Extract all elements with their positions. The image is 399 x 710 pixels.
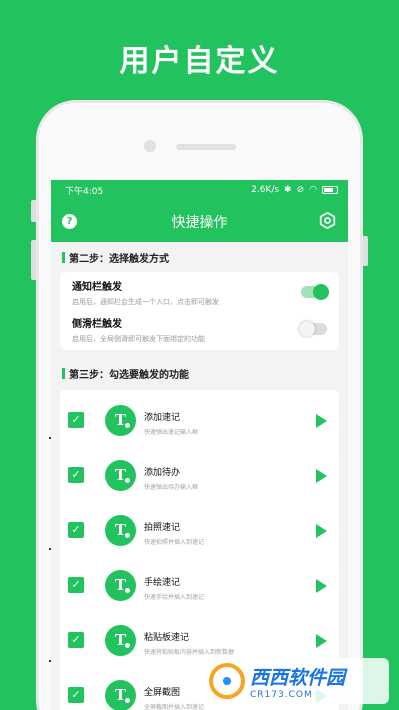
play-icon[interactable] (316, 634, 327, 648)
status-bar: 下午4:05 2.6K/s ✱ ⊘ ◠ (51, 180, 348, 200)
play-icon[interactable] (316, 469, 327, 483)
function-name: 手绘速记 (144, 578, 181, 588)
step2-title: 第二步：选择触发方式 (69, 253, 169, 265)
function-text: 拍照速记 快速拍照并插入到速记 (144, 520, 204, 546)
watermark: 西西软件园 CR173.COM (203, 658, 389, 704)
status-time: 下午4:05 (65, 186, 104, 197)
function-row[interactable]: ✓ T 添加速记 快速弹出速记输入框 (60, 393, 339, 448)
function-desc: 快速弹出速记输入框 (144, 429, 199, 436)
settings-icon[interactable] (319, 212, 336, 229)
heading-accent-bar (62, 367, 65, 379)
function-icon: T (105, 405, 136, 436)
function-desc: 快速弹出待办输入框 (144, 484, 199, 491)
function-row[interactable]: ✓ T 添加待办 快速弹出待办输入框 (60, 448, 339, 503)
step3-heading: 第三步：勾选要触发的功能 (51, 356, 348, 390)
headline: 用户自定义 (119, 44, 280, 79)
app-screen: 下午4:05 2.6K/s ✱ ⊘ ◠ ? 快捷操作 第二步：选择触发方式 通知… (51, 180, 348, 710)
trigger-option-label: 侧滑栏触发 (72, 319, 122, 330)
step3-title: 第三步：勾选要触发的功能 (69, 369, 189, 381)
watermark-logo-icon (209, 663, 245, 699)
toggle-knob (313, 284, 329, 300)
function-name: 粘贴板速记 (144, 633, 190, 643)
app-bar: ? 快捷操作 (51, 200, 348, 242)
notification-trigger-toggle[interactable] (301, 284, 329, 300)
function-name: 拍照速记 (144, 523, 181, 533)
play-icon[interactable] (316, 524, 327, 538)
function-desc: 快速将粘贴板内容并插入到新数据 (144, 649, 235, 656)
function-desc: 快速手绘并插入到速记 (144, 594, 205, 601)
function-text: 手绘速记 快速手绘并插入到速记 (144, 575, 204, 601)
function-icon: T (105, 680, 136, 710)
page-title: 快捷操作 (171, 215, 228, 231)
status-indicators: 2.6K/s ✱ ⊘ ◠ (251, 185, 338, 195)
step2-heading: 第二步：选择触发方式 (51, 242, 348, 272)
sidebar-trigger-toggle[interactable] (299, 321, 327, 337)
function-text: 添加待办 快速弹出待办输入框 (144, 465, 198, 491)
bluetooth-icon: ✱ (284, 185, 292, 195)
function-text: 添加速记 快速弹出速记输入框 (144, 410, 198, 436)
function-icon: T (105, 515, 136, 546)
function-text: 粘贴板速记 快速将粘贴板内容并插入到新数据 (144, 630, 234, 656)
play-icon[interactable] (316, 414, 327, 428)
watermark-text: 西西软件园 CR173.COM (250, 663, 345, 700)
trigger-option-desc: 启用后，全局侧滑即可触发下面绑定的功能 (72, 335, 205, 343)
wifi-icon: ◠ (309, 185, 317, 195)
mute-icon: ⊘ (296, 185, 305, 195)
toggle-knob (299, 321, 315, 337)
phone-speaker (176, 144, 236, 150)
function-icon: T (105, 460, 136, 491)
checkbox-checked-icon[interactable]: ✓ (68, 467, 84, 483)
function-icon: T (105, 570, 136, 601)
function-name: 全屏截图 (144, 688, 181, 698)
function-desc: 全屏截图并插入到速记 (144, 704, 205, 710)
function-icon: T (105, 625, 136, 656)
checkbox-checked-icon[interactable]: ✓ (68, 687, 84, 703)
watermark-name: 西西软件园 (250, 666, 346, 689)
play-icon[interactable] (316, 579, 327, 593)
checkbox-checked-icon[interactable]: ✓ (68, 522, 84, 538)
trigger-options-card: 通知栏触发 启用后，通知栏会生成一个入口，点击即可触发 侧滑栏触发 启用后，全局… (60, 272, 339, 350)
function-name: 添加速记 (144, 413, 181, 423)
battery-icon (322, 186, 338, 194)
trigger-option-sidebar[interactable]: 侧滑栏触发 启用后，全局侧滑即可触发下面绑定的功能 (72, 315, 327, 351)
trigger-option-notification[interactable]: 通知栏触发 启用后，通知栏会生成一个入口，点击即可触发 (72, 278, 329, 314)
checkbox-checked-icon[interactable]: ✓ (68, 577, 84, 593)
function-text: 全屏截图 全屏截图并插入到速记 (144, 685, 204, 710)
trigger-option-label: 通知栏触发 (72, 282, 122, 293)
trigger-option-desc: 启用后，通知栏会生成一个入口，点击即可触发 (72, 298, 219, 306)
checkbox-checked-icon[interactable]: ✓ (68, 412, 84, 428)
phone-camera (144, 140, 156, 152)
network-speed: 2.6K/s (251, 185, 280, 195)
checkbox-checked-icon[interactable]: ✓ (68, 632, 84, 648)
watermark-domain: CR173.COM (250, 689, 313, 700)
function-row[interactable]: ✓ T 拍照速记 快速拍照并插入到速记 (60, 503, 339, 558)
function-desc: 快速拍照并插入到速记 (144, 539, 205, 546)
function-name: 添加待办 (144, 468, 181, 478)
heading-accent-bar (62, 251, 65, 263)
function-row[interactable]: ✓ T 手绘速记 快速手绘并插入到速记 (60, 558, 339, 613)
